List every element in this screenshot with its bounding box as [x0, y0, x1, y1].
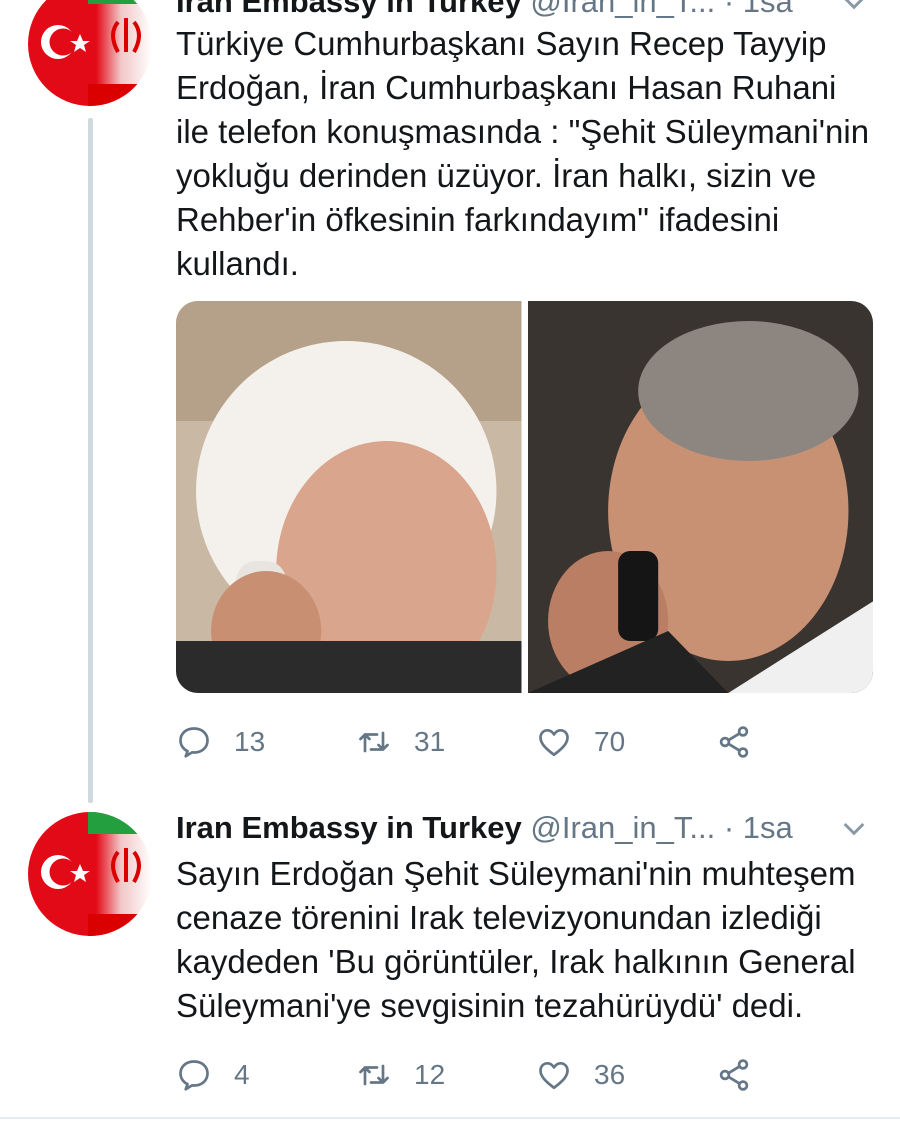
- like-count: 36: [594, 1059, 626, 1090]
- author-handle[interactable]: @Iran_in_T...: [530, 810, 715, 845]
- reply-button[interactable]: 13: [176, 722, 356, 762]
- like-button[interactable]: 70: [536, 722, 716, 762]
- share-icon: [719, 726, 749, 758]
- timestamp[interactable]: 1sa: [743, 810, 793, 845]
- photo-erdogan-on-phone[interactable]: [527, 301, 873, 693]
- avatar[interactable]: [28, 0, 152, 106]
- avatar[interactable]: [28, 812, 152, 936]
- tweet-header: Iran Embassy in Turkey @Iran_in_T... · 1…: [176, 0, 870, 22]
- author-name[interactable]: Iran Embassy in Turkey: [176, 810, 522, 845]
- divider: [0, 1117, 900, 1119]
- photo-rouhani-on-phone[interactable]: [176, 301, 522, 693]
- tweet[interactable]: Iran Embassy in Turkey @Iran_in_T... · 1…: [0, 0, 900, 790]
- share-button[interactable]: [716, 1055, 896, 1095]
- tweet-media[interactable]: [176, 301, 873, 693]
- tweet[interactable]: Iran Embassy in Turkey @Iran_in_T... · 1…: [0, 790, 900, 1120]
- author-handle[interactable]: @Iran_in_T...: [530, 0, 715, 19]
- separator: ·: [723, 0, 735, 19]
- retweet-button[interactable]: 12: [356, 1055, 536, 1095]
- timestamp[interactable]: 1sa: [743, 0, 793, 19]
- retweet-count: 12: [414, 1059, 446, 1090]
- retweet-icon: [359, 731, 389, 753]
- reply-icon: [179, 1060, 209, 1091]
- tweet-text: Sayın Erdoğan Şehit Süleymani'nin muhteş…: [176, 855, 856, 1024]
- turkey-iran-flag-avatar: [28, 0, 152, 106]
- chevron-down-icon[interactable]: [838, 0, 870, 18]
- like-button[interactable]: 36: [536, 1055, 716, 1095]
- like-icon: [539, 1061, 569, 1090]
- chevron-down-icon[interactable]: [838, 812, 870, 844]
- tweet-header: Iran Embassy in Turkey @Iran_in_T... · 1…: [176, 808, 870, 848]
- retweet-count: 31: [414, 726, 446, 757]
- reply-count: 13: [234, 726, 266, 757]
- tweet-actions: 13 31 70: [176, 722, 896, 762]
- tweet-text: Türkiye Cumhurbaşkanı Sayın Recep Tayyip…: [176, 25, 870, 282]
- like-icon: [539, 728, 569, 757]
- like-count: 70: [594, 726, 626, 757]
- retweet-button[interactable]: 31: [356, 722, 536, 762]
- share-button[interactable]: [716, 722, 896, 762]
- separator: ·: [723, 810, 735, 845]
- tweet-actions: 4 12 36: [176, 1055, 896, 1095]
- turkey-iran-flag-avatar: [28, 812, 152, 936]
- reply-count: 4: [234, 1059, 250, 1090]
- author-name[interactable]: Iran Embassy in Turkey: [176, 0, 522, 19]
- reply-icon: [179, 727, 209, 758]
- reply-button[interactable]: 4: [176, 1055, 356, 1095]
- share-icon: [719, 1059, 749, 1091]
- retweet-icon: [359, 1064, 389, 1086]
